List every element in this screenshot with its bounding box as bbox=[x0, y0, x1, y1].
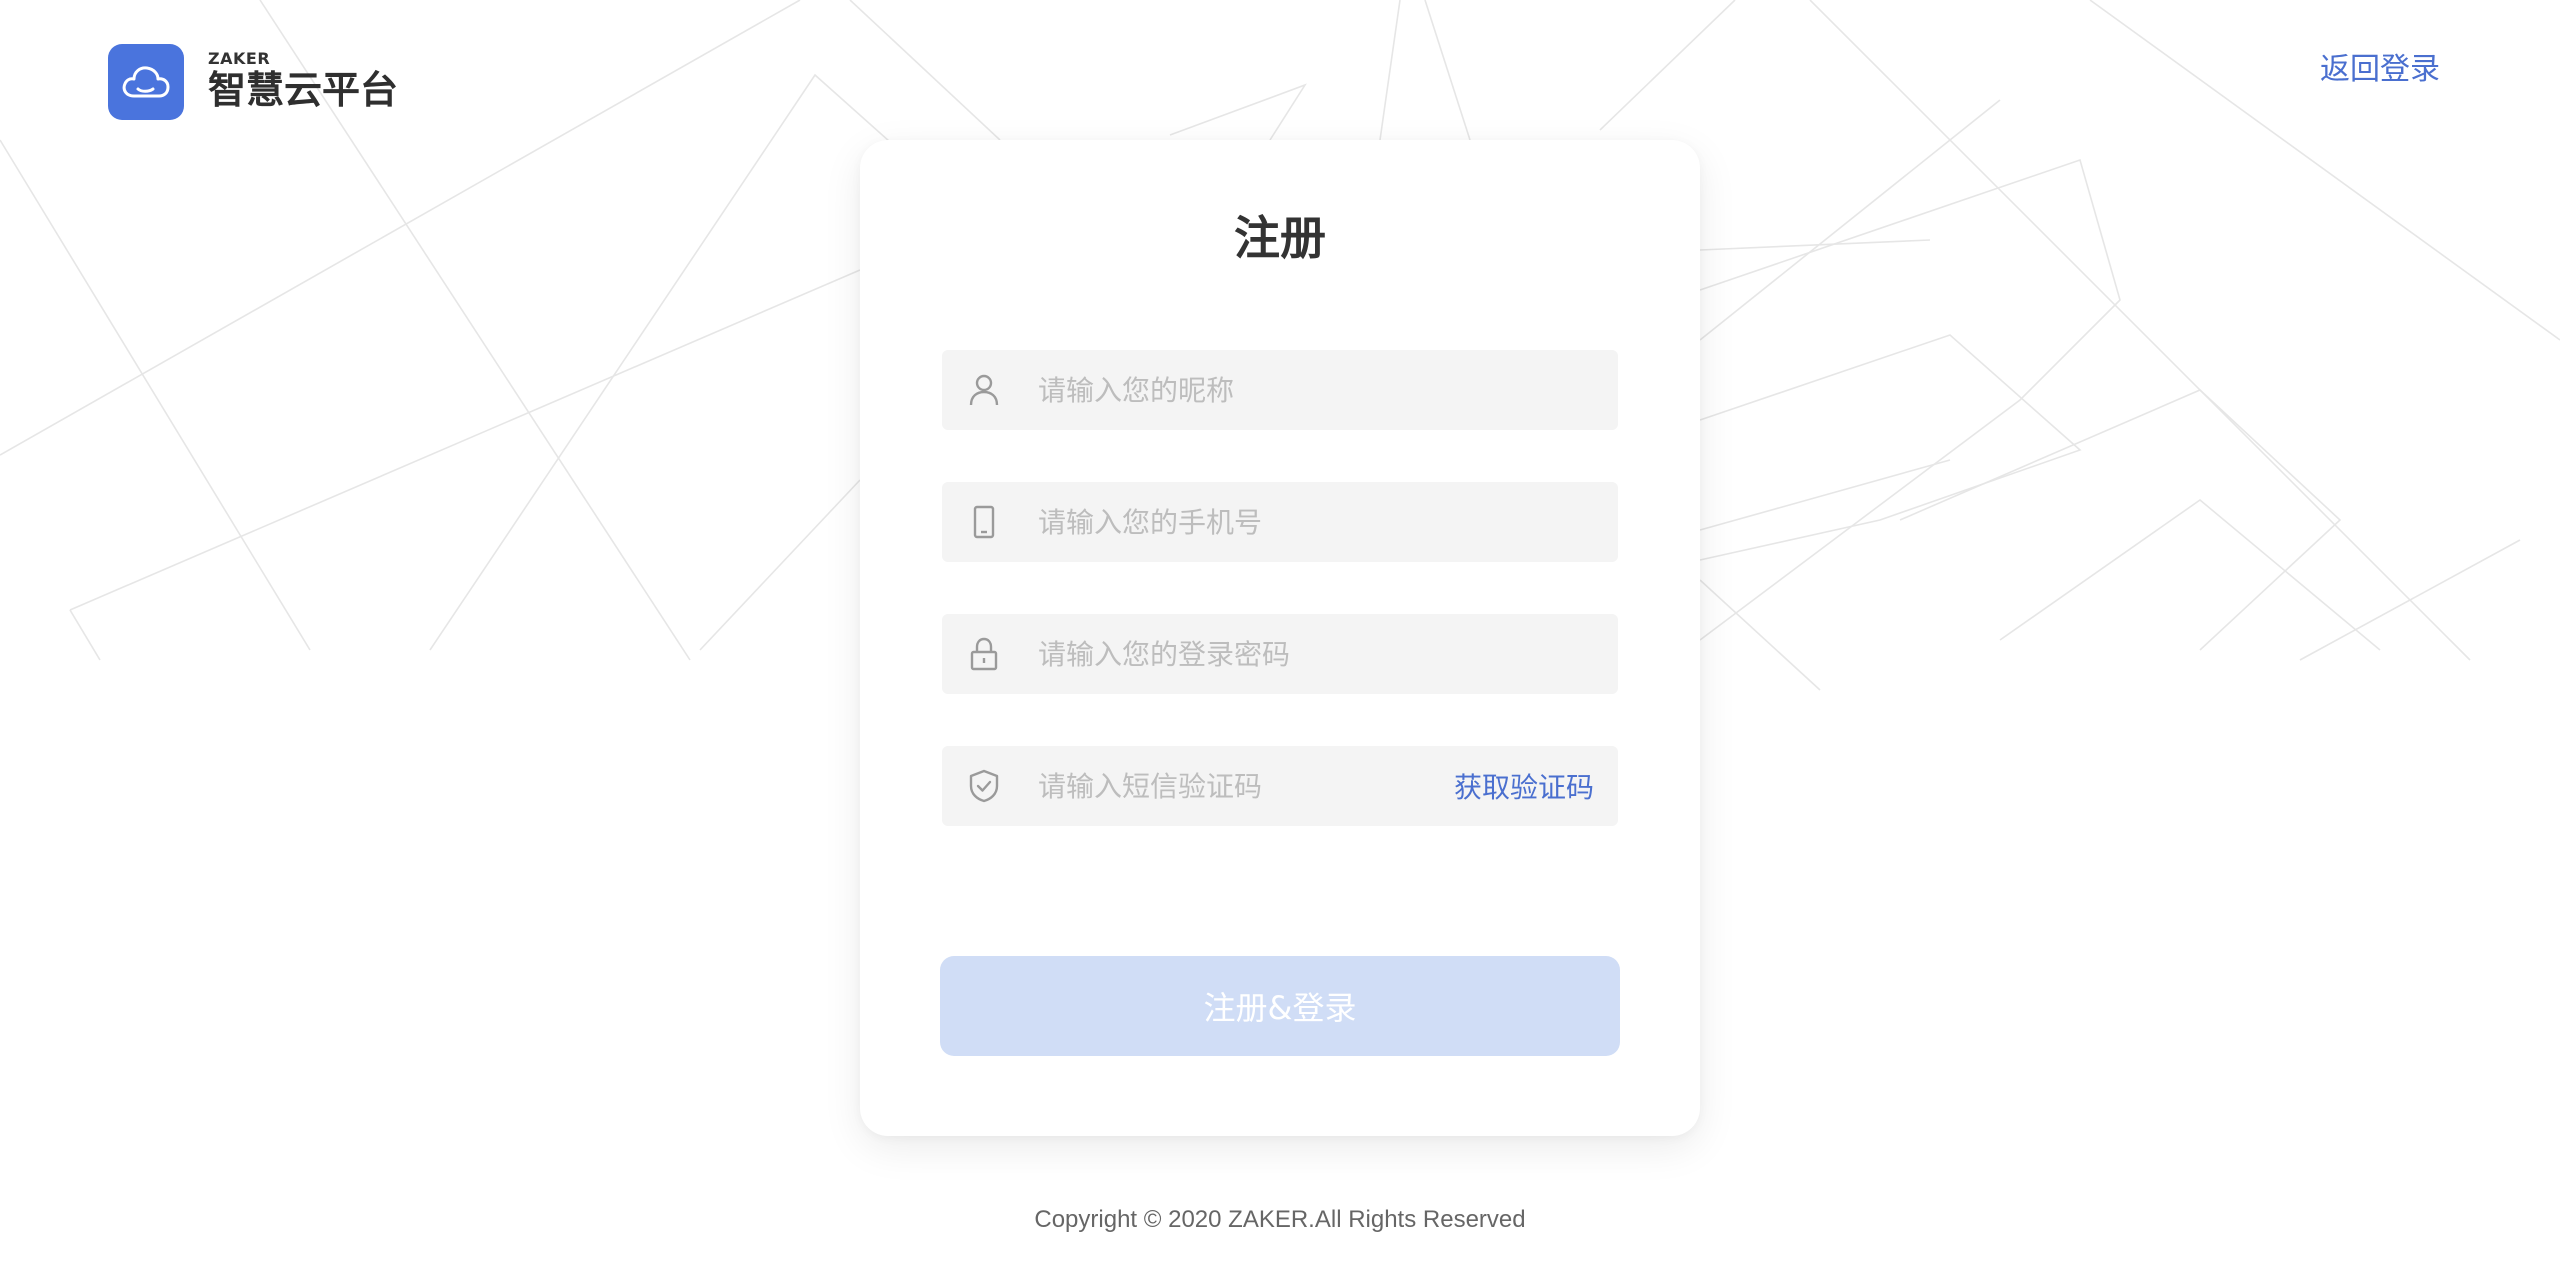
phone-input[interactable] bbox=[1036, 491, 1618, 553]
brand-text: ZAKER 智慧云平台 bbox=[208, 51, 398, 113]
register-login-button[interactable]: 注册&登录 bbox=[940, 956, 1620, 1056]
brand-title: 智慧云平台 bbox=[208, 68, 399, 112]
lock-icon bbox=[966, 636, 1002, 672]
nickname-input[interactable] bbox=[1036, 359, 1618, 421]
password-field[interactable] bbox=[942, 614, 1618, 694]
page-title: 注册 bbox=[1234, 211, 1326, 265]
sms-code-field[interactable]: 获取验证码 bbox=[942, 746, 1618, 826]
phone-icon bbox=[966, 504, 1002, 540]
phone-field[interactable] bbox=[942, 482, 1618, 562]
password-input[interactable] bbox=[1036, 623, 1618, 685]
get-code-button[interactable]: 获取验证码 bbox=[1454, 766, 1594, 806]
cloud-icon bbox=[108, 44, 184, 120]
back-to-login-link[interactable]: 返回登录 bbox=[2320, 50, 2440, 90]
user-icon bbox=[966, 372, 1002, 408]
sms-code-input[interactable] bbox=[1036, 755, 1454, 817]
brand-subtitle: ZAKER bbox=[208, 49, 271, 68]
shield-check-icon bbox=[966, 768, 1002, 804]
brand: ZAKER 智慧云平台 bbox=[108, 44, 398, 120]
register-card: 注册 请输入您的昵称 请输入您的手机号 请输入短信验证码 获取验证码 注册&登录 bbox=[860, 140, 1700, 1136]
copyright-footer: Copyright © 2020 ZAKER.All Rights Reserv… bbox=[1034, 1206, 1526, 1233]
nickname-field[interactable] bbox=[942, 350, 1618, 430]
